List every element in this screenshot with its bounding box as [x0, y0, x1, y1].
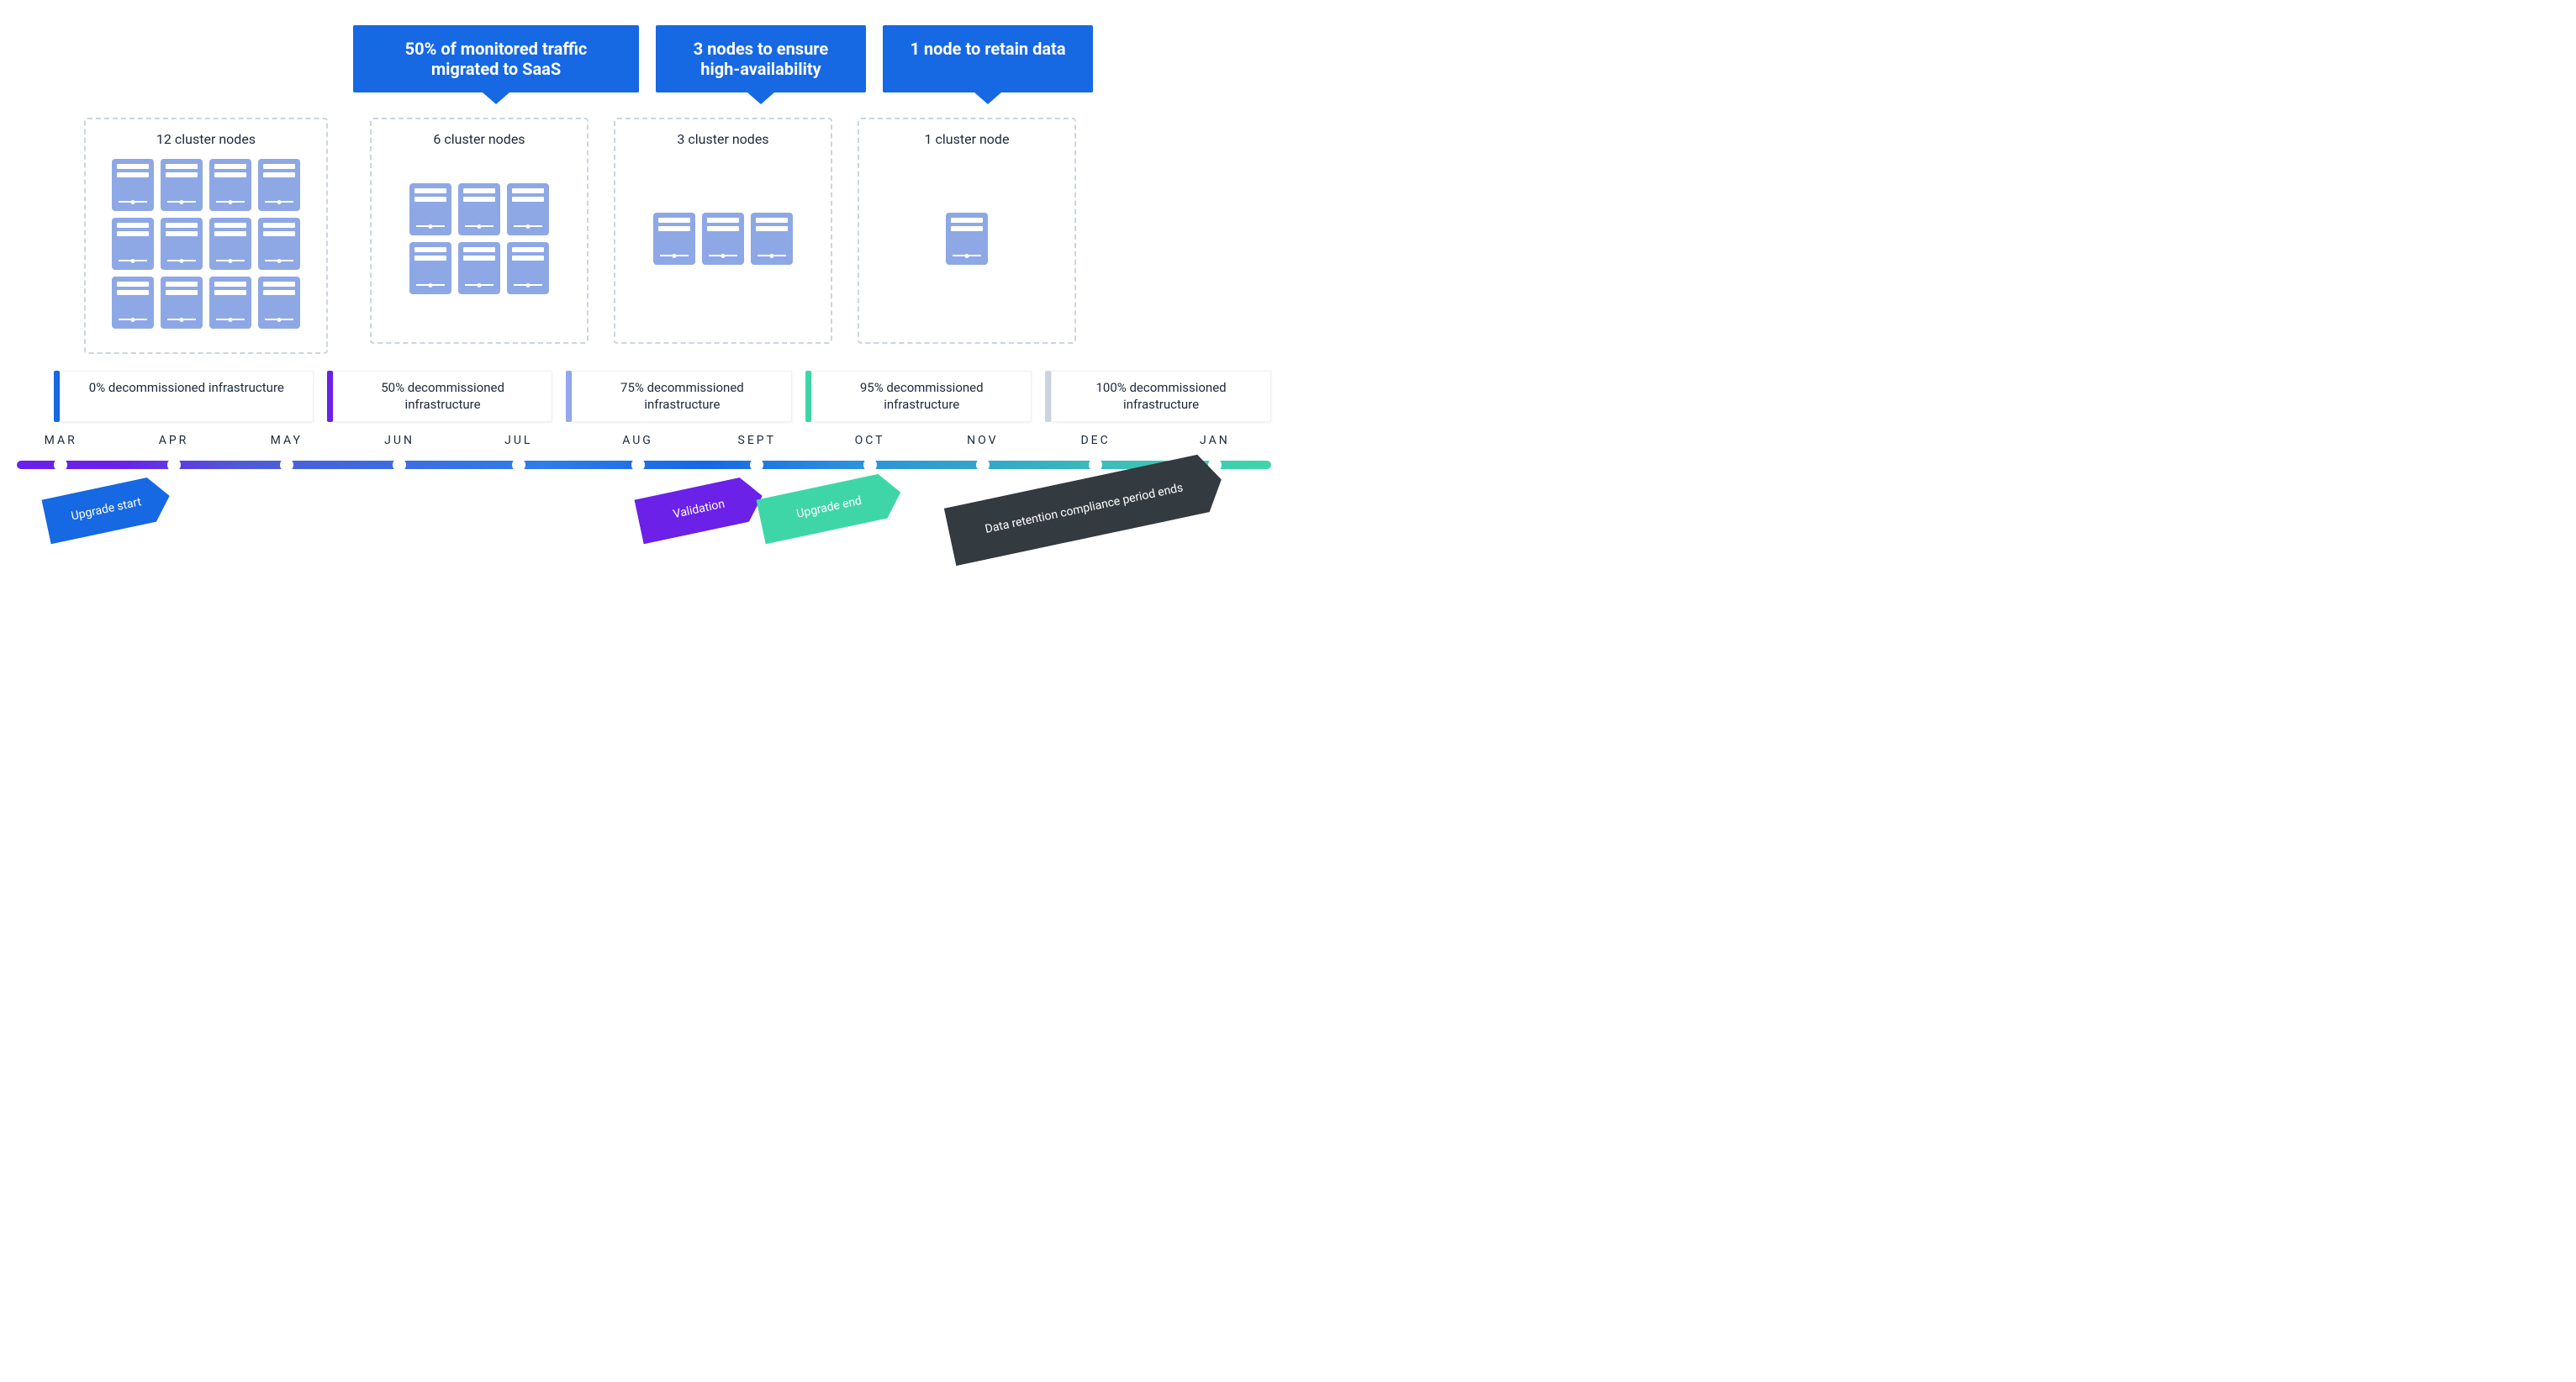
- server-icon: [409, 242, 451, 294]
- server-icon: [209, 159, 251, 211]
- server-grid: [101, 159, 311, 329]
- callout-retain-data: 1 node to retain data: [883, 25, 1093, 92]
- server-icon: [458, 242, 500, 294]
- timeline-tick: [863, 458, 877, 472]
- server-icon: [258, 159, 300, 211]
- stage-title: 6 cluster nodes: [387, 131, 572, 147]
- month-label: DEC: [1080, 434, 1110, 447]
- server-row: [409, 242, 549, 294]
- month-label: OCT: [855, 434, 885, 447]
- stage-title: 3 cluster nodes: [631, 131, 816, 147]
- timeline-tick: [750, 458, 763, 472]
- bar-accent: [327, 371, 333, 422]
- bar-100pct: 100% decommissioned infrastructure: [1045, 371, 1271, 422]
- flag-upgrade-end: Upgrade end: [756, 470, 905, 544]
- bar-0pct: 0% decommissioned infrastructure: [54, 371, 314, 422]
- server-icon: [161, 159, 203, 211]
- server-icon: [209, 218, 251, 270]
- stage-1-node: 1 cluster node: [858, 118, 1076, 344]
- server-icon: [653, 213, 695, 265]
- server-row: [112, 277, 300, 329]
- bar-accent: [566, 371, 572, 422]
- month-label: SEPT: [738, 434, 776, 447]
- bar-label: 0% decommissioned infrastructure: [60, 371, 314, 422]
- callout-row: 50% of monitored traffic migrated to Saa…: [353, 25, 1271, 92]
- timeline-tick: [512, 458, 525, 472]
- migration-timeline-diagram: 50% of monitored traffic migrated to Saa…: [17, 25, 1271, 634]
- server-icon: [258, 218, 300, 270]
- server-icon: [946, 213, 988, 265]
- decommission-bars: 0% decommissioned infrastructure 50% dec…: [54, 371, 1271, 422]
- bar-50pct: 50% decommissioned infrastructure: [327, 371, 553, 422]
- month-label: MAY: [271, 434, 303, 447]
- flag-validation: Validation: [634, 473, 767, 544]
- server-icon: [112, 277, 154, 329]
- month-labels: MAR APR MAY JUN JUL AUG SEPT OCT NOV DEC JAN: [17, 434, 1271, 454]
- server-grid: [631, 159, 816, 319]
- timeline-tick: [631, 458, 645, 472]
- month-label: APR: [159, 434, 189, 447]
- timeline-tick: [280, 458, 293, 472]
- callout-traffic-migrated: 50% of monitored traffic migrated to Saa…: [353, 25, 639, 92]
- server-icon: [161, 277, 203, 329]
- month-label: NOV: [967, 434, 998, 447]
- bar-label: 100% decommissioned infrastructure: [1051, 371, 1271, 422]
- server-row: [946, 213, 988, 265]
- milestone-flags: Upgrade start Validation Upgrade end Dat…: [17, 491, 1271, 634]
- month-label: JUL: [504, 434, 532, 447]
- server-icon: [112, 218, 154, 270]
- cluster-stages-row: 12 cluster nodes 6 cluster nodes 3 clust…: [84, 118, 1271, 354]
- stage-12-nodes: 12 cluster nodes: [84, 118, 328, 354]
- server-icon: [209, 277, 251, 329]
- month-label: AUG: [622, 434, 653, 447]
- server-row: [653, 213, 793, 265]
- flag-upgrade-start: Upgrade start: [41, 473, 174, 544]
- callout-high-availability: 3 nodes to ensure high-availability: [656, 25, 866, 92]
- stage-title: 1 cluster node: [874, 131, 1059, 147]
- bar-75pct: 75% decommissioned infrastructure: [566, 371, 792, 422]
- server-row: [112, 218, 300, 270]
- timeline-tick: [167, 458, 181, 472]
- bar-95pct: 95% decommissioned infrastructure: [805, 371, 1032, 422]
- server-icon: [702, 213, 744, 265]
- timeline-tick: [976, 458, 990, 472]
- timeline-tick: [393, 458, 406, 472]
- server-row: [409, 183, 549, 235]
- server-icon: [458, 183, 500, 235]
- server-grid: [387, 159, 572, 319]
- server-row: [112, 159, 300, 211]
- stage-title: 12 cluster nodes: [101, 131, 311, 147]
- timeline-tick: [54, 458, 67, 472]
- bar-accent: [805, 371, 811, 422]
- month-label: JAN: [1200, 434, 1230, 447]
- server-icon: [409, 183, 451, 235]
- bar-accent: [1045, 371, 1051, 422]
- timeline-tick: [1089, 458, 1102, 472]
- stage-3-nodes: 3 cluster nodes: [614, 118, 832, 344]
- timeline-track: [17, 461, 1271, 469]
- bar-label: 95% decommissioned infrastructure: [811, 371, 1032, 422]
- server-icon: [112, 159, 154, 211]
- server-grid: [874, 159, 1059, 319]
- stage-6-nodes: 6 cluster nodes: [370, 118, 589, 344]
- server-icon: [507, 183, 549, 235]
- server-icon: [507, 242, 549, 294]
- month-label: MAR: [45, 434, 77, 447]
- bar-label: 75% decommissioned infrastructure: [572, 371, 792, 422]
- server-icon: [751, 213, 793, 265]
- bar-accent: [54, 371, 60, 422]
- month-label: JUN: [384, 434, 414, 447]
- server-icon: [161, 218, 203, 270]
- server-icon: [258, 277, 300, 329]
- bar-label: 50% decommissioned infrastructure: [333, 371, 553, 422]
